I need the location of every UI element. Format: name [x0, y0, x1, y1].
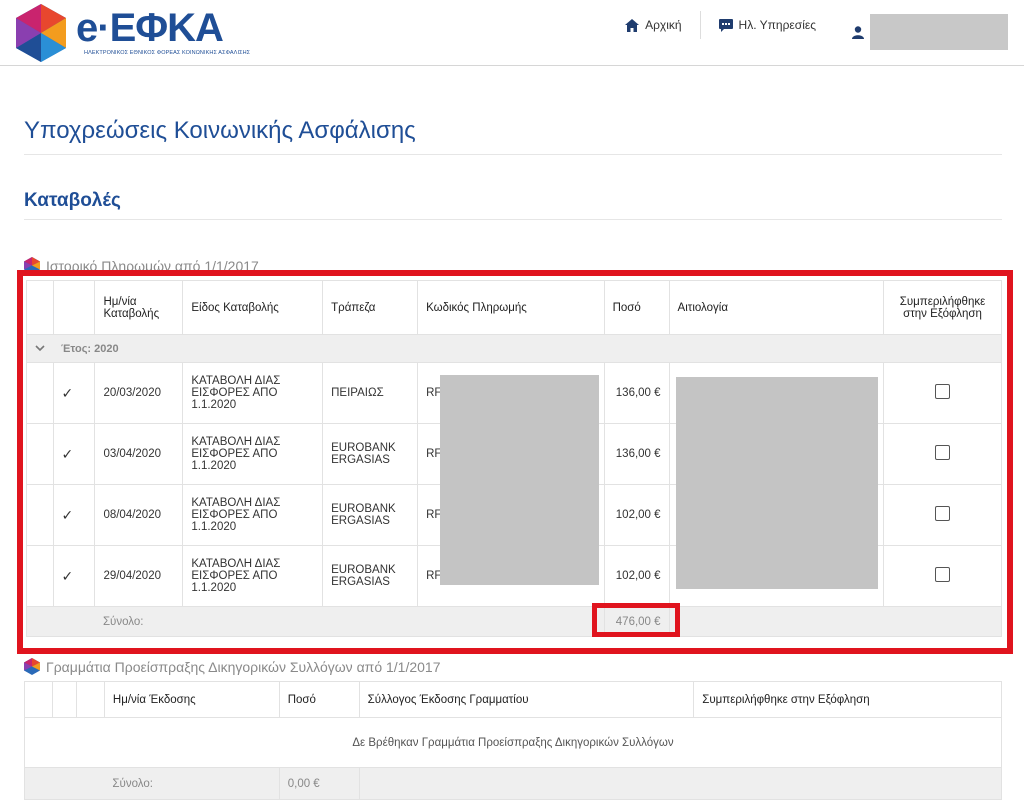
- nav-e-services-label: Ηλ. Υπηρεσίες: [738, 18, 816, 32]
- chat-icon: [718, 18, 733, 32]
- highlight-frame-total: [592, 603, 680, 637]
- notes-heading-text: Γραμμάτια Προείσπραξης Δικηγορικών Συλλό…: [46, 658, 441, 675]
- divider: [24, 154, 1002, 155]
- row-cell-empty: [24, 767, 105, 800]
- section-title: Καταβολές: [24, 190, 121, 211]
- total-label: Σύνολο:: [104, 767, 280, 800]
- header-cell-empty: [51, 681, 77, 718]
- notes-table: Ημ/νία Έκδοσης Ποσό Σύλλογος Έκδοσης Γρα…: [24, 681, 1002, 800]
- column-header-amount[interactable]: Ποσό: [278, 681, 360, 718]
- site-header: e·ΕΦΚΑ ΗΛΕΚΤΡΟΝΙΚΟΣ ΕΘΝΙΚΟΣ ΦΟΡΕΑΣ ΚΟΙΝΩ…: [0, 0, 1024, 66]
- highlight-frame-payments: [17, 270, 1013, 654]
- empty-message: Δε Βρέθηκαν Γραμμάτια Προείσπραξης Δικηγ…: [24, 717, 1002, 768]
- nav-home[interactable]: Αρχική: [607, 11, 701, 39]
- column-header-issue-date[interactable]: Ημ/νία Έκδοσης: [103, 681, 280, 718]
- column-header-included[interactable]: Συμπεριλήφθηκε στην Εξόφληση: [693, 681, 1002, 718]
- header-cell-empty: [24, 681, 53, 718]
- total-row: Σύνολο: 0,00 €: [24, 767, 1002, 800]
- total-amount: 0,00 €: [278, 767, 360, 800]
- table-header-row: Ημ/νία Έκδοσης Ποσό Σύλλογος Έκδοσης Γρα…: [24, 681, 1002, 718]
- row-cell-empty: [358, 767, 694, 800]
- logo-wordmark: e·ΕΦΚΑ: [76, 6, 224, 50]
- column-header-association[interactable]: Σύλλογος Έκδοσης Γραμματίου: [358, 681, 695, 718]
- logo-subtitle: ΗΛΕΚΤΡΟΝΙΚΟΣ ΕΘΝΙΚΟΣ ΦΟΡΕΑΣ ΚΟΙΝΩΝΙΚΗΣ Α…: [84, 50, 251, 56]
- top-nav: Αρχική Ηλ. Υπηρεσίες: [607, 0, 834, 50]
- nav-e-services[interactable]: Ηλ. Υπηρεσίες: [701, 11, 834, 39]
- divider: [24, 219, 1002, 220]
- empty-row: Δε Βρέθηκαν Γραμμάτια Προείσπραξης Δικηγ…: [24, 717, 1002, 768]
- redacted-username: [870, 14, 1008, 50]
- efka-logo[interactable]: e·ΕΦΚΑ ΗΛΕΚΤΡΟΝΙΚΟΣ ΕΘΝΙΚΟΣ ΦΟΡΕΑΣ ΚΟΙΝΩ…: [10, 2, 250, 64]
- user-menu[interactable]: [852, 14, 1008, 50]
- user-icon: [852, 25, 864, 39]
- notes-heading: Γραμμάτια Προείσπραξης Δικηγορικών Συλλό…: [24, 658, 441, 675]
- row-cell-empty: [693, 767, 1002, 800]
- hexagon-bullet-icon: [24, 658, 40, 675]
- nav-home-label: Αρχική: [645, 18, 682, 32]
- logo-hexagon-icon: [16, 4, 66, 62]
- home-icon: [625, 18, 640, 32]
- page-title: Υποχρεώσεις Κοινωνικής Ασφάλισης: [24, 117, 416, 144]
- header-cell-empty: [75, 681, 105, 718]
